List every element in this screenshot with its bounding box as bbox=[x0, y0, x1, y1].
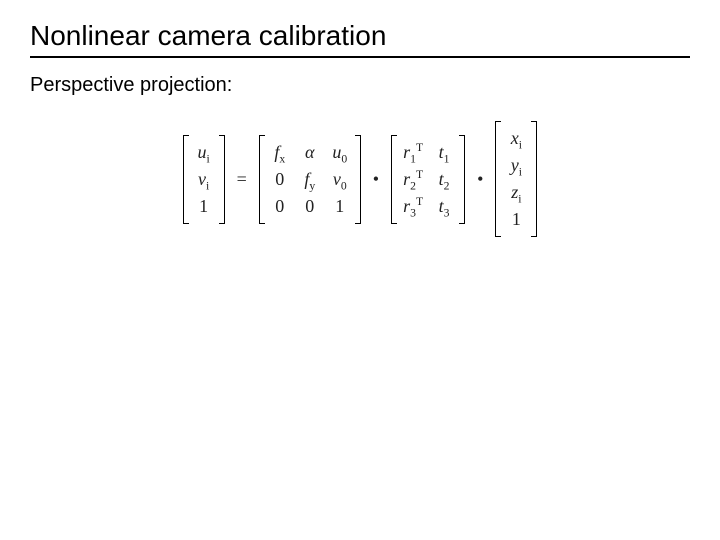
rt-r2: r2T bbox=[403, 166, 423, 193]
world-point-vector: xi yi zi 1 bbox=[495, 121, 537, 237]
projection-equation: ui vi 1 = fx 0 0 α fy 0 bbox=[183, 121, 538, 237]
bracket-right-icon bbox=[531, 121, 537, 237]
slide-subheading: Perspective projection: bbox=[30, 74, 690, 97]
k-c3-r2: v0 bbox=[331, 166, 349, 193]
image-coord-vector: ui vi 1 bbox=[183, 135, 225, 224]
equation-container: ui vi 1 = fx 0 0 α fy 0 bbox=[30, 121, 690, 237]
bracket-left-icon bbox=[259, 135, 265, 224]
slide-title: Nonlinear camera calibration bbox=[30, 20, 690, 52]
title-divider bbox=[30, 56, 690, 58]
rt-t1: t1 bbox=[435, 139, 453, 166]
xyz-row3: zi bbox=[507, 179, 525, 206]
equals-sign: = bbox=[235, 169, 249, 190]
bracket-right-icon bbox=[459, 135, 465, 224]
xyz-row4: 1 bbox=[507, 206, 525, 233]
k-c3-r1: u0 bbox=[331, 139, 349, 166]
k-c2-r2: fy bbox=[301, 166, 319, 193]
k-c1-r3: 0 bbox=[271, 193, 289, 220]
k-c3-r3: 1 bbox=[331, 193, 349, 220]
xyz-row1: xi bbox=[507, 125, 525, 152]
uv-row1: ui bbox=[195, 139, 213, 166]
bracket-left-icon bbox=[495, 121, 501, 237]
k-c2-r3: 0 bbox=[301, 193, 319, 220]
bracket-left-icon bbox=[183, 135, 189, 224]
intrinsic-matrix: fx 0 0 α fy 0 u0 v0 1 bbox=[259, 135, 361, 224]
rt-t3: t3 bbox=[435, 193, 453, 220]
rt-r1: r1T bbox=[403, 139, 423, 166]
extrinsic-matrix: r1T r2T r3T t1 t2 t3 bbox=[391, 135, 465, 224]
bracket-right-icon bbox=[355, 135, 361, 224]
slide: Nonlinear camera calibration Perspective… bbox=[0, 0, 720, 540]
bracket-left-icon bbox=[391, 135, 397, 224]
dot-operator: • bbox=[475, 169, 485, 190]
rt-t2: t2 bbox=[435, 166, 453, 193]
k-c1-r2: 0 bbox=[271, 166, 289, 193]
rt-r3: r3T bbox=[403, 193, 423, 220]
uv-row2: vi bbox=[195, 166, 213, 193]
k-c1-r1: fx bbox=[271, 139, 289, 166]
uv-row3: 1 bbox=[195, 193, 213, 220]
bracket-right-icon bbox=[219, 135, 225, 224]
k-c2-r1: α bbox=[301, 139, 319, 166]
dot-operator: • bbox=[371, 169, 381, 190]
xyz-row2: yi bbox=[507, 152, 525, 179]
